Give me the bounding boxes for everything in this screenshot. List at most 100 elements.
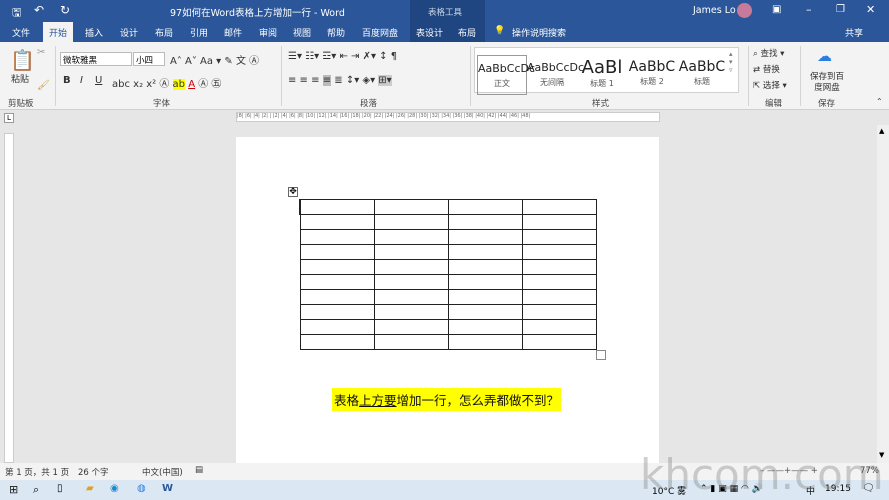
table-cell[interactable] — [373, 214, 449, 230]
restore-button[interactable]: ❐ — [836, 4, 845, 15]
table-cell[interactable] — [447, 289, 523, 305]
table-cell[interactable] — [299, 319, 375, 335]
table-cell[interactable] — [373, 319, 449, 335]
tab-help[interactable]: 帮助 — [327, 26, 345, 39]
list-icons[interactable]: ☰▾ ☷▾ ☲▾ ⇤ ⇥ ✗▾ ↕ ¶ — [288, 51, 397, 62]
browser-icon[interactable]: ◍ — [137, 483, 146, 494]
table-cell[interactable] — [299, 229, 375, 245]
bold-button[interactable]: B — [63, 75, 71, 86]
tab-home[interactable]: 开始 — [43, 22, 74, 42]
table-cell[interactable] — [447, 319, 523, 335]
table-cell[interactable] — [373, 304, 449, 320]
style-no-spacing[interactable]: AaBbCcDc 无间隔 — [527, 55, 584, 95]
edge-icon[interactable]: ◉ — [110, 483, 119, 494]
redo-icon[interactable]: ↻ — [60, 3, 70, 17]
zoom-slider[interactable]: – ——+—— + — [760, 466, 818, 476]
table-cell[interactable] — [299, 334, 375, 350]
vertical-ruler[interactable] — [4, 133, 14, 463]
style-heading-2[interactable]: AaBbC 标题 2 — [627, 55, 677, 95]
tab-insert[interactable]: 插入 — [85, 26, 103, 39]
document-page[interactable]: ✥ 表格上方要增加一行，怎么弄都做不到？ — [236, 137, 659, 463]
paste-icon[interactable]: 📋 — [10, 48, 35, 72]
table-cell[interactable] — [299, 244, 375, 260]
scroll-down-icon[interactable]: ▼ — [879, 451, 884, 459]
tab-review[interactable]: 审阅 — [259, 26, 277, 39]
font-name-select[interactable]: 微软雅黑 — [60, 52, 132, 66]
windows-start-icon[interactable]: ⊞ — [9, 483, 18, 496]
tab-stop-selector[interactable]: L — [4, 113, 14, 123]
table-cell[interactable] — [447, 199, 523, 215]
table-cell[interactable] — [373, 289, 449, 305]
format-painter-icon[interactable]: 🖌 — [37, 80, 50, 91]
word-icon[interactable]: W — [162, 483, 173, 494]
table-cell[interactable] — [447, 259, 523, 275]
table-cell[interactable] — [299, 259, 375, 275]
table-cell[interactable] — [373, 274, 449, 290]
cut-icon[interactable]: ✂ — [37, 47, 45, 58]
task-view-icon[interactable]: ▯ — [57, 483, 63, 494]
tab-baidu[interactable]: 百度网盘 — [362, 26, 398, 39]
zoom-level[interactable]: 77% — [860, 466, 879, 476]
tab-mailings[interactable]: 邮件 — [224, 26, 242, 39]
collapse-ribbon-icon[interactable]: ⌃ — [876, 97, 883, 106]
vertical-scrollbar[interactable]: ▲ ▼ — [877, 125, 889, 463]
table-cell[interactable] — [447, 244, 523, 260]
table-cell[interactable] — [521, 304, 597, 320]
search-icon[interactable]: ⌕ — [33, 483, 39, 497]
table-cell[interactable] — [521, 244, 597, 260]
table-cell[interactable] — [299, 289, 375, 305]
table-cell[interactable] — [373, 259, 449, 275]
document-table[interactable] — [299, 199, 597, 350]
table-cell[interactable] — [373, 334, 449, 350]
grow-font-icon[interactable]: A˄ A˅ Aa ▾ ✎ 文 Ⓐ — [170, 52, 259, 67]
scroll-up-icon[interactable]: ▲ — [879, 127, 884, 135]
table-cell[interactable] — [521, 199, 597, 215]
style-heading-1[interactable]: AaBl 标题 1 — [577, 55, 627, 95]
tray-icons[interactable]: ⌃ ▮ ▣ ▦ ◠ 🔊 — [700, 484, 763, 494]
tab-table-layout[interactable]: 布局 — [458, 26, 476, 39]
clock[interactable]: 19:15 — [825, 484, 851, 494]
page-count[interactable]: 第 1 页，共 1 页 — [5, 466, 69, 478]
save-icon[interactable]: 🖫 — [12, 4, 21, 23]
tab-view[interactable]: 视图 — [293, 26, 311, 39]
table-cell[interactable] — [447, 274, 523, 290]
ribbon-display-icon[interactable]: ▣ — [772, 4, 781, 15]
styles-scroll-icon[interactable]: ▴ ▾ ▿ — [729, 50, 733, 74]
save-to-baidu-button[interactable]: 保存到百度网盘 — [808, 72, 846, 94]
baidu-cloud-icon[interactable]: ☁ — [817, 47, 832, 65]
table-move-handle-icon[interactable]: ✥ — [288, 187, 298, 197]
font-effects-icons[interactable]: abc x₂ x² Ⓐ ab A Ⓐ ㊄ — [112, 75, 221, 90]
tab-references[interactable]: 引用 — [190, 26, 208, 39]
font-size-select[interactable]: 小四 — [133, 52, 165, 66]
table-cell[interactable] — [373, 229, 449, 245]
file-explorer-icon[interactable]: ▰ — [86, 483, 94, 494]
paste-button[interactable]: 粘贴 — [11, 72, 29, 85]
table-cell[interactable] — [521, 214, 597, 230]
table-resize-handle[interactable] — [596, 350, 606, 360]
tab-file[interactable]: 文件 — [12, 26, 30, 39]
weather[interactable]: 10°C 雾 — [652, 484, 686, 497]
table-cell[interactable] — [299, 274, 375, 290]
minimize-button[interactable]: – — [806, 3, 812, 16]
table-cell[interactable] — [447, 334, 523, 350]
style-normal[interactable]: AaBbCcDc 正文 — [477, 55, 535, 95]
tab-design[interactable]: 设计 — [120, 26, 138, 39]
ime-indicator[interactable]: 中 — [806, 484, 815, 497]
share-button[interactable]: 共享 — [845, 26, 863, 39]
select-button[interactable]: ⇱ 选择 ▾ — [753, 79, 787, 91]
alignment-icons[interactable]: ≡ ≡ ≡ ≡ ≣ ↕▾ ◈▾ ⊞▾ — [288, 75, 392, 86]
table-cell[interactable] — [521, 274, 597, 290]
language[interactable]: 中文(中国) — [142, 466, 183, 478]
horizontal-ruler[interactable]: |8| |6| |4| |2| | |2| |4| |6| |8| |10| |… — [236, 112, 660, 122]
table-cell[interactable] — [447, 304, 523, 320]
table-cell[interactable] — [373, 199, 449, 215]
notification-icon[interactable]: 🗨 — [862, 483, 875, 494]
table-cell[interactable] — [299, 214, 375, 230]
table-cell[interactable] — [521, 289, 597, 305]
table-cell[interactable] — [521, 334, 597, 350]
close-button[interactable]: ✕ — [866, 3, 875, 16]
avatar[interactable] — [737, 3, 752, 18]
table-cell[interactable] — [299, 199, 375, 215]
table-cell[interactable] — [447, 214, 523, 230]
undo-icon[interactable]: ↶ — [34, 3, 44, 17]
